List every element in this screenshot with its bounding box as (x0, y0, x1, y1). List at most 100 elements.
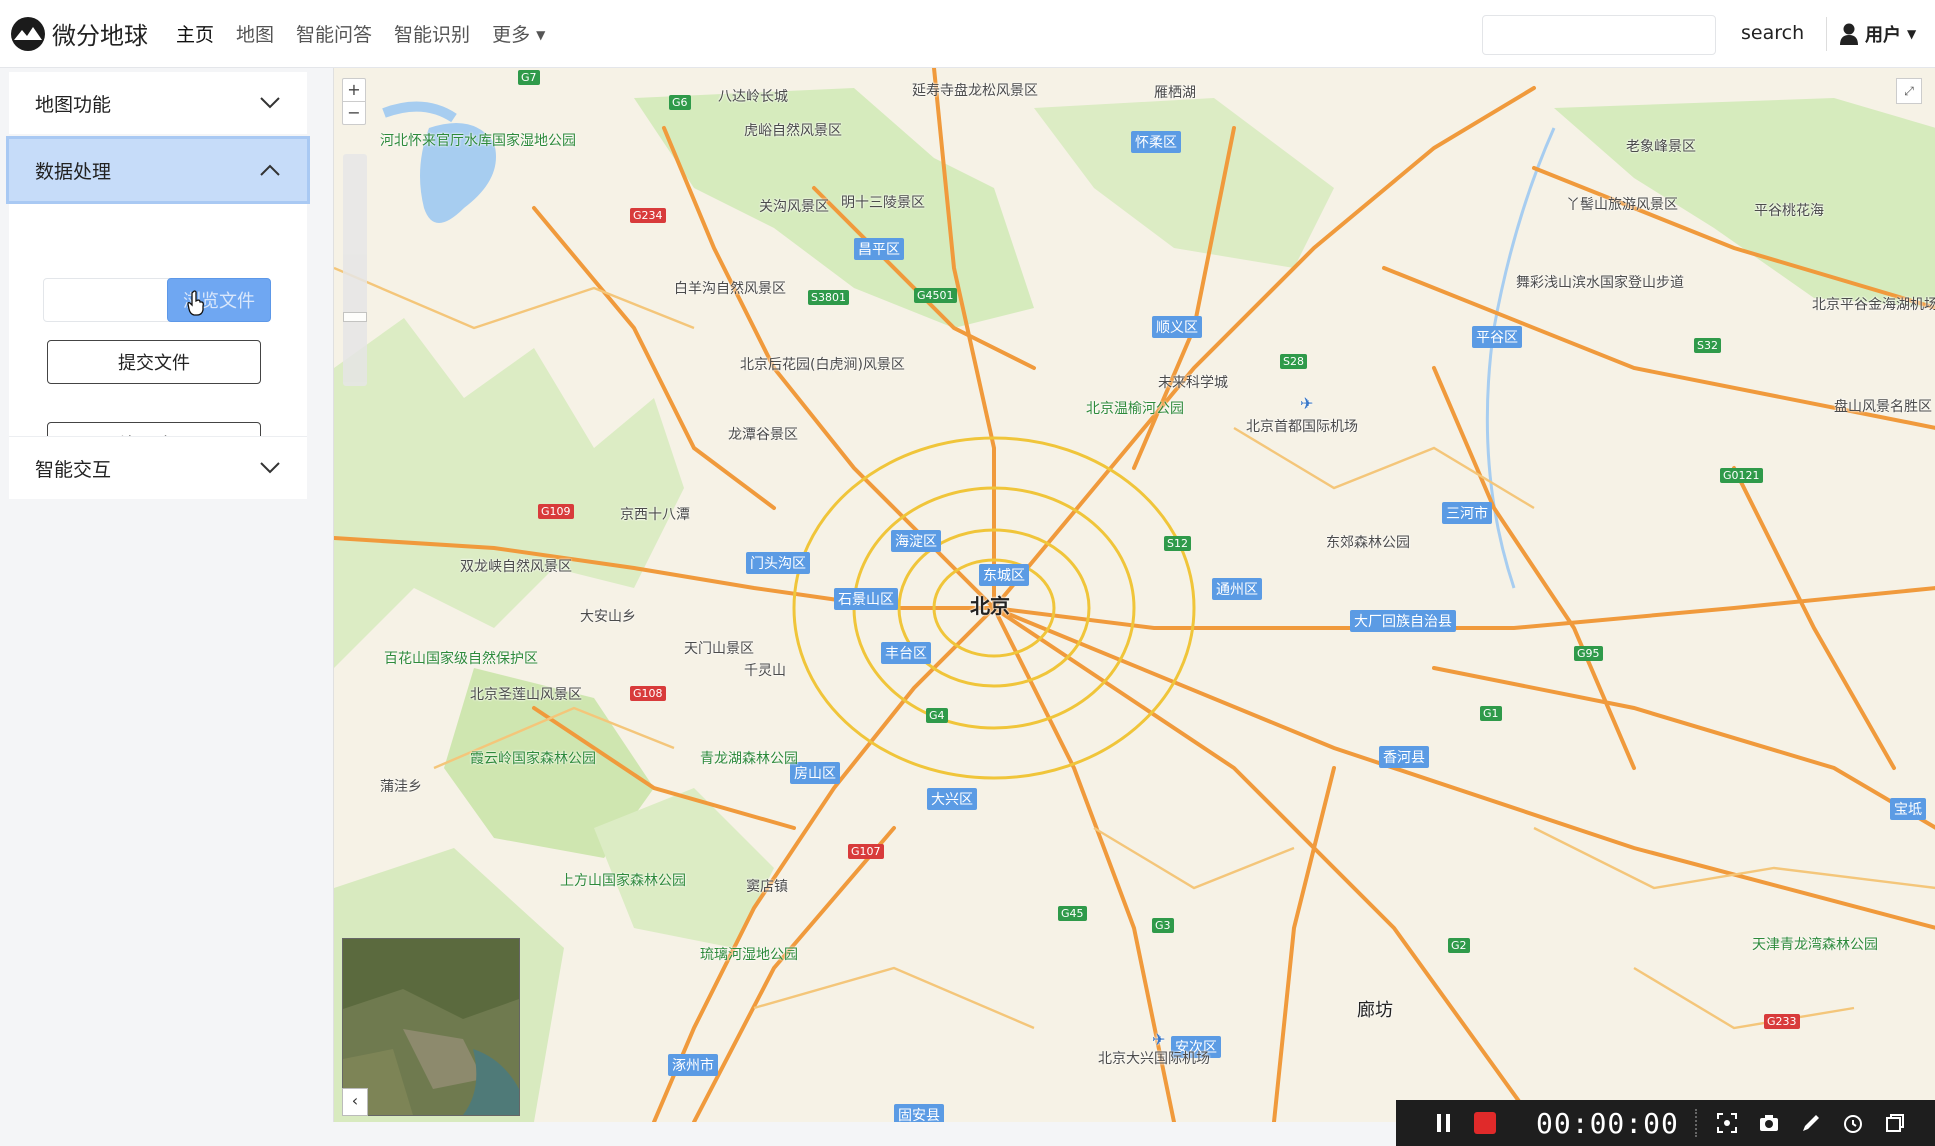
district-label: 固安县 (894, 1104, 944, 1122)
route-shield: G0121 (1720, 468, 1763, 483)
zoom-slider[interactable] (343, 154, 367, 386)
window-icon[interactable] (1879, 1107, 1911, 1139)
nav-map[interactable]: 地图 (236, 20, 274, 47)
caret-down-icon: ▼ (536, 28, 546, 42)
map-place: 上方山国家森林公园 (560, 873, 686, 889)
map-place: 舞彩浅山滨水国家登山步道 (1516, 275, 1684, 291)
fullscreen-icon[interactable]: ⤢ (1896, 78, 1922, 104)
district-label: 石景山区 (834, 588, 898, 610)
route-shield: G7 (518, 70, 540, 85)
panel-data-processing: 数据处理 浏览文件 提交文件 处理选项 (6, 136, 310, 466)
district-label: 海淀区 (891, 530, 941, 552)
map-place: 盘山风景名胜区 (1834, 399, 1932, 415)
panel-header-map-functions[interactable]: 地图功能 (9, 72, 307, 134)
region-capture-icon[interactable] (1711, 1107, 1743, 1139)
route-shield: G4 (926, 708, 948, 723)
overview-minimap[interactable] (342, 938, 520, 1116)
search-input[interactable] (1482, 15, 1716, 55)
map-place: 双龙峡自然风景区 (460, 559, 572, 575)
map-place: 百花山国家级自然保护区 (384, 651, 538, 667)
district-label: 丰台区 (881, 642, 931, 664)
route-shield: G109 (538, 504, 574, 519)
minimap-toggle-button[interactable]: ‹ (342, 1088, 368, 1116)
camera-icon[interactable] (1753, 1107, 1785, 1139)
submit-file-button[interactable]: 提交文件 (47, 340, 261, 384)
nav-home[interactable]: 主页 (176, 20, 214, 47)
route-shield: G234 (630, 208, 666, 223)
panel-header-smart-interaction[interactable]: 智能交互 (9, 437, 307, 499)
zoom-slider-thumb[interactable] (343, 312, 367, 322)
district-label: 涿州市 (668, 1054, 718, 1076)
route-shield: G2 (1448, 938, 1470, 953)
route-shield: G4501 (914, 288, 957, 303)
map-viewport[interactable]: 北京 海淀区 东城区 石景山区 丰台区 门头沟区 昌平区 顺义区 怀柔区 通州区… (333, 68, 1935, 1122)
map-place: 窦店镇 (746, 879, 788, 895)
district-label: 门头沟区 (746, 552, 810, 574)
zoom-out-button[interactable]: − (343, 101, 365, 124)
map-place: 八达岭长城 (718, 89, 788, 105)
map-place: 北京温榆河公园 (1086, 401, 1184, 417)
map-place: 河北怀来官厅水库国家湿地公园 (380, 133, 576, 149)
panel-title: 智能交互 (35, 458, 112, 481)
map-place: 天门山景区 (684, 641, 754, 657)
drag-handle[interactable] (1694, 1109, 1701, 1137)
pause-icon[interactable] (1424, 1103, 1464, 1143)
district-label: 宝坻 (1890, 798, 1926, 820)
panel-header-data-processing[interactable]: 数据处理 (6, 136, 310, 204)
map-place: 北京大兴国际机场 (1098, 1051, 1210, 1067)
map-label-center: 北京 (970, 594, 1010, 618)
district-label: 大厂回族自治县 (1350, 610, 1456, 632)
map-place: 北京后花园(白虎涧)风景区 (740, 357, 905, 373)
map-place: 北京首都国际机场 (1246, 419, 1358, 435)
user-icon (1840, 23, 1858, 45)
map-place: 天津青龙湾森林公园 (1752, 937, 1878, 953)
nav-qa[interactable]: 智能问答 (296, 20, 372, 47)
map-place: 龙潭谷景区 (728, 427, 798, 443)
district-label: 平谷区 (1472, 326, 1522, 348)
file-picker: 浏览文件 (43, 278, 273, 322)
panel-map-functions: 地图功能 (9, 72, 307, 134)
browse-file-button[interactable]: 浏览文件 (167, 278, 271, 322)
chevron-down-icon (260, 97, 280, 109)
route-shield: S12 (1164, 536, 1191, 551)
route-shield: G6 (669, 95, 691, 110)
map-base-layer (334, 68, 1935, 1122)
district-label: 三河市 (1442, 502, 1492, 524)
route-shield: S32 (1694, 338, 1721, 353)
district-label: 顺义区 (1152, 316, 1202, 338)
district-label: 香河县 (1379, 746, 1429, 768)
brand[interactable]: 微分地球 (10, 16, 148, 52)
map-place: 平谷桃花海 (1754, 203, 1824, 219)
route-shield: S28 (1280, 354, 1307, 369)
route-shield: G45 (1058, 906, 1087, 921)
district-label: 大兴区 (927, 788, 977, 810)
pen-icon[interactable] (1795, 1107, 1827, 1139)
user-menu[interactable]: 用户 ▼ (1826, 17, 1916, 51)
map-place: 大安山乡 (580, 609, 636, 625)
map-place: 关沟风景区 (759, 199, 829, 215)
map-place: 北京平谷金海湖机场 (1812, 297, 1935, 313)
file-path-field[interactable] (43, 278, 173, 322)
globe-logo-icon (11, 16, 45, 51)
stop-record-icon[interactable] (1474, 1112, 1496, 1134)
map-place: 丫髻山旅游风景区 (1566, 197, 1678, 213)
route-shield: G107 (848, 844, 884, 859)
screen-recorder-toolbar: 00:00:00 (1396, 1100, 1935, 1146)
map-place: 京西十八潭 (620, 507, 690, 523)
map-place: 白羊沟自然风景区 (674, 281, 786, 297)
map-place: 东郊森林公园 (1326, 535, 1410, 551)
chevron-down-icon (260, 462, 280, 474)
search-button[interactable]: search (1741, 22, 1804, 44)
zoom-in-button[interactable]: + (343, 79, 365, 101)
nav-recognition[interactable]: 智能识别 (394, 20, 470, 47)
top-navbar: 微分地球 主页 地图 智能问答 智能识别 更多 ▼ search 用户 ▼ (0, 0, 1935, 68)
map-place: 雁栖湖 (1154, 85, 1196, 101)
map-place: 延寿寺盘龙松风景区 (912, 83, 1038, 99)
user-label: 用户 (1865, 25, 1901, 46)
timer-icon[interactable] (1837, 1107, 1869, 1139)
route-shield: G233 (1764, 1014, 1800, 1029)
main-nav: 主页 地图 智能问答 智能识别 更多 ▼ (176, 20, 567, 47)
airport-icon: ✈ (1152, 1030, 1166, 1049)
nav-more[interactable]: 更多 ▼ (492, 20, 545, 47)
map-place: 虎峪自然风景区 (744, 123, 842, 139)
